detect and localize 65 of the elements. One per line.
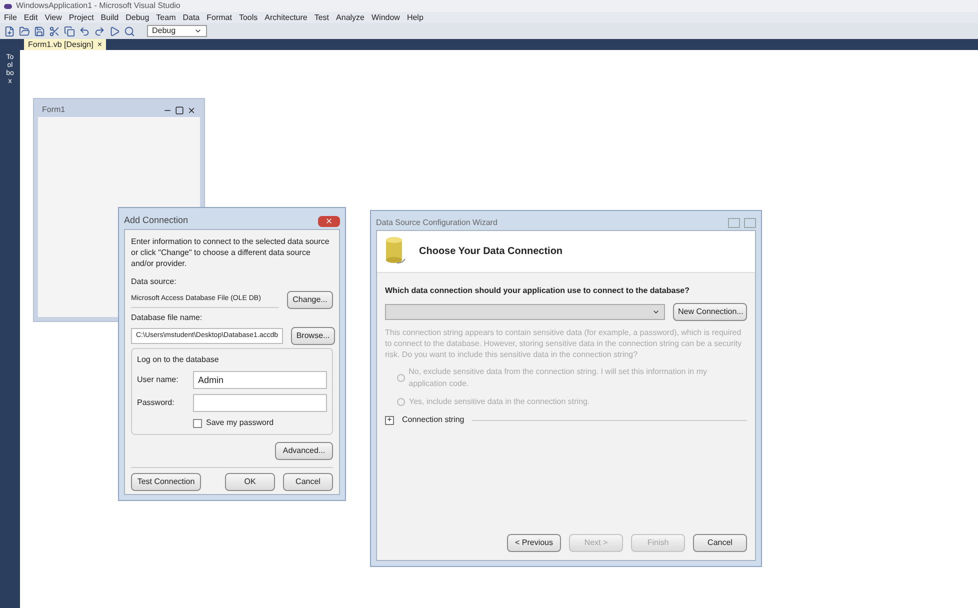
dialog-title: Data Source Configuration Wizard [376, 217, 498, 229]
section-label: Connection string [402, 414, 464, 426]
caret-icon [194, 27, 202, 35]
folder-icon[interactable] [19, 26, 30, 36]
form-title: Form1 [42, 104, 66, 116]
checkbox-label: Save my password [206, 417, 274, 429]
database-icon [385, 236, 407, 266]
menu-item[interactable]: Format [206, 14, 232, 22]
field-label: User name: [137, 374, 180, 386]
group-label: Log on to the database [137, 354, 220, 366]
scissors-icon[interactable] [49, 26, 60, 36]
configuration-dropdown[interactable]: Debug [147, 25, 207, 37]
radio-label: No, exclude sensitive data from the connection string. I will set this information in my application code. [408, 366, 708, 390]
menu-item[interactable]: Data [182, 14, 200, 22]
password-field[interactable] [193, 394, 327, 412]
menu-item[interactable]: Build [100, 14, 119, 22]
close-button[interactable] [318, 216, 340, 226]
menu-item[interactable]: Tools [238, 14, 258, 22]
field-label: Data source: [131, 276, 178, 288]
menu-item[interactable]: Window [372, 14, 400, 22]
new-connection-button[interactable]: New Connection... [673, 303, 747, 321]
field-label: Password: [137, 397, 176, 409]
menu-item[interactable]: File [4, 14, 17, 22]
expand-button[interactable]: + [385, 416, 394, 424]
close-tab-button[interactable]: × [97, 40, 102, 48]
document-tab[interactable]: Form1.vb [Design] × [24, 39, 106, 50]
undo-icon[interactable] [79, 26, 90, 36]
user-name-field[interactable]: Admin [193, 371, 327, 389]
menu-item[interactable]: Debug [126, 14, 150, 22]
change-button[interactable]: Change... [287, 291, 333, 309]
menu-item[interactable]: Test [314, 14, 330, 22]
browse-button[interactable]: Browse... [291, 327, 336, 345]
play-icon[interactable] [109, 26, 120, 36]
app-logo-icon [4, 4, 12, 8]
save-icon[interactable] [34, 26, 45, 36]
intro-text: Enter information to connect to the selected data source or click "Change" to choose a different data source and/or provider. [131, 236, 330, 269]
close-icon [325, 217, 333, 225]
menu-item[interactable]: Architecture [264, 14, 308, 22]
cancel-button[interactable]: Cancel [283, 473, 333, 491]
menu-item[interactable]: View [44, 14, 62, 22]
dialog-title: Add Connection [124, 214, 188, 228]
maximize-icon [175, 106, 184, 114]
close-icon [187, 106, 196, 114]
menu-item[interactable]: Project [68, 14, 94, 22]
menu-item[interactable]: Edit [24, 14, 38, 22]
field-label: Database file name: [131, 312, 204, 324]
wizard-button[interactable]: < Previous [507, 534, 561, 552]
window-title: WindowsApplication1 - Microsoft Visual Studio [16, 2, 180, 10]
copy-icon[interactable] [64, 26, 75, 36]
redo-icon[interactable] [94, 26, 105, 36]
advanced-button[interactable]: Advanced... [275, 442, 333, 460]
search-icon[interactable] [124, 26, 135, 36]
menu-item[interactable]: Help [406, 14, 424, 22]
wizard-heading: Choose Your Data Connection [419, 245, 563, 259]
menu-item[interactable]: Team [156, 14, 176, 22]
new-file-icon[interactable] [4, 26, 15, 36]
wizard-button[interactable]: Cancel [693, 534, 747, 552]
test-connection-button[interactable]: Test Connection [131, 473, 201, 491]
caret-icon [652, 308, 660, 316]
warning-text: This connection string appears to contain sensitive data (for example, a password), which is required to connect to the database. However, storing sensitive data in the connection string can be a security risk. Do you want to include this sensitive data in the connection string? [385, 327, 743, 360]
menu-item[interactable]: Analyze [336, 14, 364, 22]
checkbox[interactable] [193, 418, 202, 428]
ok-button[interactable]: OK [225, 473, 275, 491]
question-text: Which data connection should your application use to connect to the database? [385, 285, 690, 297]
radio-label: Yes, include sensitive data in the connection string. [409, 396, 590, 408]
